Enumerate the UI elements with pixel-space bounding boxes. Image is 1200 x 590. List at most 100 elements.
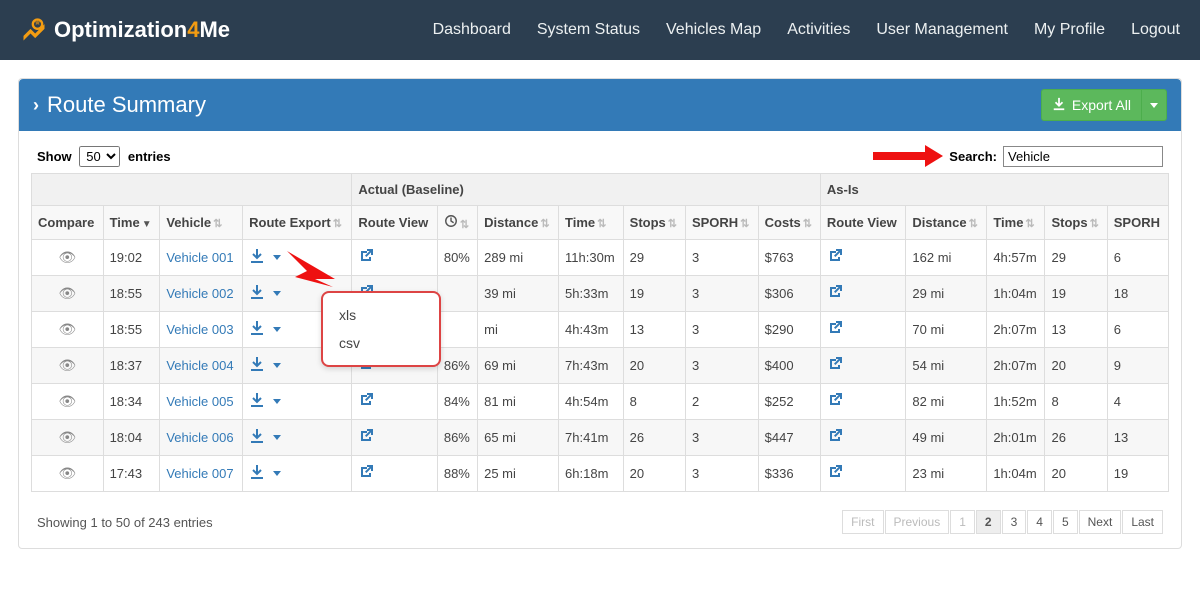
eye-icon[interactable]: 👁 bbox=[58, 249, 76, 265]
page-3[interactable]: 3 bbox=[1002, 510, 1027, 534]
open-asis-route-view-icon[interactable] bbox=[827, 432, 843, 447]
vehicle-link[interactable]: Vehicle 005 bbox=[166, 394, 233, 409]
chevron-right-icon[interactable]: › bbox=[33, 95, 39, 116]
page-first[interactable]: First bbox=[842, 510, 883, 534]
eye-icon[interactable]: 👁 bbox=[58, 429, 76, 445]
col-compare[interactable]: Compare bbox=[32, 206, 104, 240]
col-asis-route-view[interactable]: Route View bbox=[820, 206, 905, 240]
cell-time: 18:55 bbox=[103, 312, 160, 348]
col-asis-stops[interactable]: Stops⇅ bbox=[1045, 206, 1107, 240]
export-caret-icon[interactable] bbox=[273, 471, 281, 476]
nav-my-profile[interactable]: My Profile bbox=[1034, 21, 1105, 39]
download-icon[interactable] bbox=[249, 392, 265, 411]
cell-i-dist: 70 mi bbox=[906, 312, 987, 348]
vehicle-link[interactable]: Vehicle 007 bbox=[166, 466, 233, 481]
page-2[interactable]: 2 bbox=[976, 510, 1001, 534]
export-all-dropdown-toggle[interactable] bbox=[1141, 90, 1166, 120]
eye-icon[interactable]: 👁 bbox=[58, 321, 76, 337]
cell-a-sporh: 3 bbox=[685, 240, 758, 276]
export-option-csv[interactable]: csv bbox=[323, 329, 439, 357]
table-row: 👁17:43Vehicle 00788%25 mi6h:18m203$33623… bbox=[32, 456, 1169, 492]
col-asis-time[interactable]: Time⇅ bbox=[987, 206, 1045, 240]
nav-vehicles-map[interactable]: Vehicles Map bbox=[666, 21, 761, 39]
export-caret-icon[interactable] bbox=[273, 399, 281, 404]
cell-a-sporh: 3 bbox=[685, 276, 758, 312]
open-route-view-icon[interactable] bbox=[358, 432, 374, 447]
export-caret-icon[interactable] bbox=[273, 255, 281, 260]
download-icon[interactable] bbox=[249, 320, 265, 339]
vehicle-link[interactable]: Vehicle 003 bbox=[166, 322, 233, 337]
eye-icon[interactable]: 👁 bbox=[58, 393, 76, 409]
export-caret-icon[interactable] bbox=[273, 327, 281, 332]
col-actual-route-view[interactable]: Route View bbox=[352, 206, 437, 240]
open-asis-route-view-icon[interactable] bbox=[827, 468, 843, 483]
col-route-export[interactable]: Route Export⇅ bbox=[243, 206, 352, 240]
cell-pct: 86% bbox=[437, 348, 477, 384]
cell-i-sporh: 4 bbox=[1107, 384, 1168, 420]
col-vehicle[interactable]: Vehicle⇅ bbox=[160, 206, 243, 240]
export-caret-icon[interactable] bbox=[273, 435, 281, 440]
search-input[interactable] bbox=[1003, 146, 1163, 167]
page-next[interactable]: Next bbox=[1079, 510, 1122, 534]
export-caret-icon[interactable] bbox=[273, 363, 281, 368]
cell-a-costs: $306 bbox=[758, 276, 820, 312]
col-actual-costs[interactable]: Costs⇅ bbox=[758, 206, 820, 240]
cell-i-time: 1h:04m bbox=[987, 456, 1045, 492]
open-asis-route-view-icon[interactable] bbox=[827, 288, 843, 303]
export-option-xls[interactable]: xls bbox=[323, 301, 439, 329]
download-icon[interactable] bbox=[249, 248, 265, 267]
cell-pct: 88% bbox=[437, 456, 477, 492]
download-icon[interactable] bbox=[249, 356, 265, 375]
col-actual-clock[interactable]: ⇅ bbox=[437, 206, 477, 240]
download-icon[interactable] bbox=[249, 284, 265, 303]
col-time[interactable]: Time▼ bbox=[103, 206, 160, 240]
vehicle-link[interactable]: Vehicle 006 bbox=[166, 430, 233, 445]
annotation-arrow-icon bbox=[873, 145, 943, 167]
col-actual-stops[interactable]: Stops⇅ bbox=[623, 206, 685, 240]
page-4[interactable]: 4 bbox=[1027, 510, 1052, 534]
entries-select[interactable]: 50 bbox=[79, 146, 120, 167]
cell-a-stops: 26 bbox=[623, 420, 685, 456]
col-actual-sporh[interactable]: SPORH⇅ bbox=[685, 206, 758, 240]
open-route-view-icon[interactable] bbox=[358, 252, 374, 267]
nav-system-status[interactable]: System Status bbox=[537, 21, 640, 39]
brand-logo[interactable]: Optimization 4 Me bbox=[20, 16, 230, 44]
eye-icon[interactable]: 👁 bbox=[58, 357, 76, 373]
open-route-view-icon[interactable] bbox=[358, 468, 374, 483]
open-asis-route-view-icon[interactable] bbox=[827, 324, 843, 339]
page-last[interactable]: Last bbox=[1122, 510, 1163, 534]
open-asis-route-view-icon[interactable] bbox=[827, 252, 843, 267]
vehicle-link[interactable]: Vehicle 001 bbox=[166, 250, 233, 265]
page-previous[interactable]: Previous bbox=[885, 510, 950, 534]
vehicle-link[interactable]: Vehicle 004 bbox=[166, 358, 233, 373]
cell-a-costs: $400 bbox=[758, 348, 820, 384]
col-asis-distance[interactable]: Distance⇅ bbox=[906, 206, 987, 240]
col-actual-time[interactable]: Time⇅ bbox=[559, 206, 624, 240]
download-icon[interactable] bbox=[249, 428, 265, 447]
nav-logout[interactable]: Logout bbox=[1131, 21, 1180, 39]
col-asis-sporh[interactable]: SPORH bbox=[1107, 206, 1168, 240]
open-asis-route-view-icon[interactable] bbox=[827, 396, 843, 411]
nav-user-management[interactable]: User Management bbox=[876, 21, 1008, 39]
page-1[interactable]: 1 bbox=[950, 510, 975, 534]
vehicle-link[interactable]: Vehicle 002 bbox=[166, 286, 233, 301]
col-actual-distance[interactable]: Distance⇅ bbox=[478, 206, 559, 240]
cell-a-dist: 69 mi bbox=[478, 348, 559, 384]
eye-icon[interactable]: 👁 bbox=[58, 285, 76, 301]
cell-a-time: 6h:18m bbox=[559, 456, 624, 492]
download-icon[interactable] bbox=[249, 464, 265, 483]
nav-activities[interactable]: Activities bbox=[787, 21, 850, 39]
cell-i-sporh: 19 bbox=[1107, 456, 1168, 492]
page-5[interactable]: 5 bbox=[1053, 510, 1078, 534]
cell-time: 18:34 bbox=[103, 384, 160, 420]
open-route-view-icon[interactable] bbox=[358, 396, 374, 411]
cell-i-sporh: 6 bbox=[1107, 312, 1168, 348]
cell-i-dist: 49 mi bbox=[906, 420, 987, 456]
export-all-button[interactable]: Export All bbox=[1041, 89, 1167, 121]
nav-dashboard[interactable]: Dashboard bbox=[433, 21, 511, 39]
brand-text-prefix: Optimization bbox=[54, 17, 187, 43]
open-asis-route-view-icon[interactable] bbox=[827, 360, 843, 375]
col-group-actual: Actual (Baseline) bbox=[352, 174, 821, 206]
export-caret-icon[interactable] bbox=[273, 291, 281, 296]
eye-icon[interactable]: 👁 bbox=[58, 465, 76, 481]
